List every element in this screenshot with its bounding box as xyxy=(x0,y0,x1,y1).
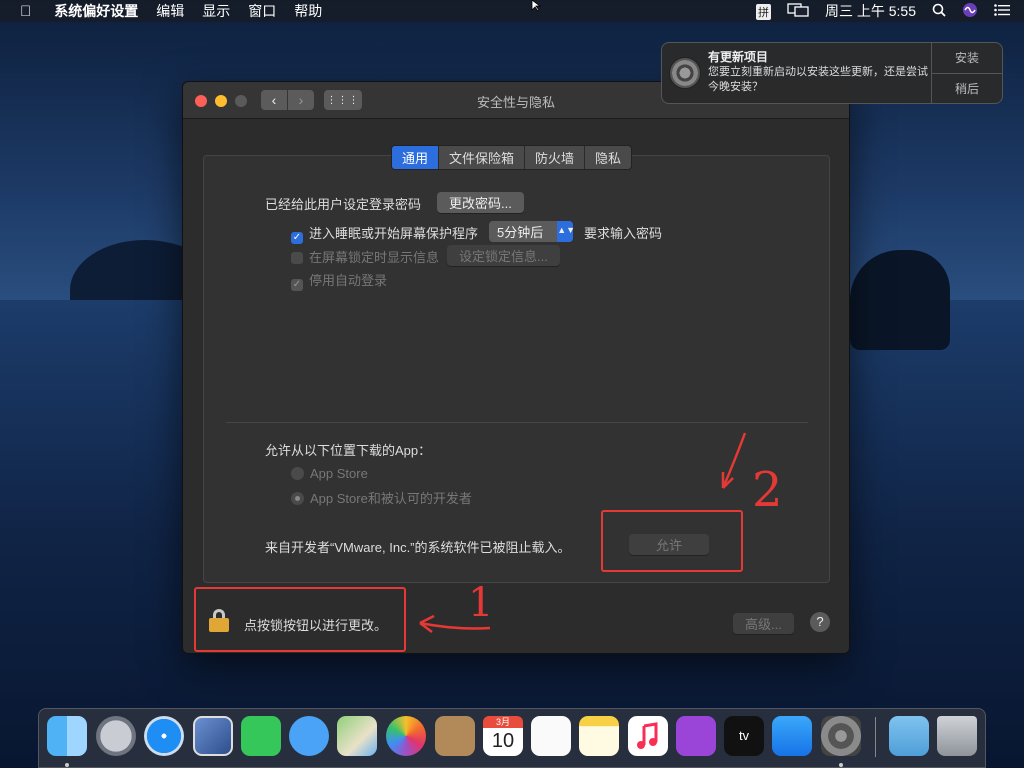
disable-autologin-checkbox[interactable]: ✓ xyxy=(291,279,303,291)
app-store-icon[interactable] xyxy=(772,716,812,756)
menu-window[interactable]: 窗口 xyxy=(239,1,285,21)
later-button[interactable]: 稍后 xyxy=(932,74,1002,104)
tab-bar: 通用 文件保险箱 防火墙 隐私 xyxy=(391,145,633,170)
safari-icon[interactable] xyxy=(144,716,184,756)
annotation-box-lock xyxy=(194,587,406,652)
system-preferences-icon[interactable] xyxy=(821,716,861,756)
tab-firewall[interactable]: 防火墙 xyxy=(524,146,584,169)
update-notification[interactable]: 有更新项目 您要立刻重新启动以安装这些更新，还是尝试今晚安装？ 安装 稍后 xyxy=(661,42,1003,104)
radio-identified-developers-label: App Store和被认可的开发者 xyxy=(310,491,472,506)
display-mirroring-icon[interactable] xyxy=(779,2,817,20)
show-message-row: 在屏幕锁定时显示信息 xyxy=(291,247,439,266)
menu-edit[interactable]: 编辑 xyxy=(147,1,193,21)
require-password-checkbox[interactable]: ✓ xyxy=(291,232,303,244)
tab-general[interactable]: 通用 xyxy=(392,146,439,169)
calendar-day: 10 xyxy=(491,730,515,752)
chevron-updown-icon: ▲▼ xyxy=(557,221,575,242)
allow-apps-label: 允许从以下位置下载的App： xyxy=(265,443,432,458)
messages-icon[interactable] xyxy=(289,716,329,756)
annotation-label-two: 2 xyxy=(752,462,783,518)
dock: 3月 10 tv xyxy=(38,708,986,768)
menu-view[interactable]: 显示 xyxy=(193,1,239,21)
finder-icon[interactable] xyxy=(47,716,87,756)
facetime-icon[interactable] xyxy=(241,716,281,756)
show-message-label: 在屏幕锁定时显示信息 xyxy=(309,250,440,265)
require-password-suffix: 要求输入密码 xyxy=(584,226,663,241)
disable-autologin-label: 停用自动登录 xyxy=(309,273,388,288)
photos-icon[interactable] xyxy=(386,716,426,756)
tv-label: tv xyxy=(738,728,750,743)
system-preferences-gear-icon xyxy=(669,57,701,89)
show-message-checkbox[interactable] xyxy=(291,252,303,264)
menu-system-preferences[interactable]: 系统偏好设置 xyxy=(45,1,147,21)
radio-app-store[interactable] xyxy=(291,467,304,480)
password-set-label: 已经给此用户设定登录密码 xyxy=(265,197,422,212)
disable-autologin-row: ✓ 停用自动登录 xyxy=(291,270,387,291)
mail-icon[interactable] xyxy=(193,716,233,756)
annotation-label-one: 1 xyxy=(468,580,494,626)
calendar-month: 3月 xyxy=(483,716,523,728)
menu-bar:  系统偏好设置 编辑 显示 窗口 帮助 拼 周三 上午 5:55 xyxy=(0,0,1024,22)
running-indicator xyxy=(65,763,69,767)
menubar-clock[interactable]: 周三 上午 5:55 xyxy=(817,1,924,21)
trash-icon[interactable] xyxy=(937,716,977,756)
calendar-icon[interactable]: 3月 10 xyxy=(483,716,523,756)
annotation-box-allow xyxy=(601,510,743,572)
radio-app-store-label: App Store xyxy=(310,466,368,481)
notes-icon[interactable] xyxy=(579,716,619,756)
notification-icon-area xyxy=(662,43,708,103)
notification-text: 有更新项目 您要立刻重新启动以安装这些更新，还是尝试今晚安装？ xyxy=(708,43,931,103)
contacts-icon[interactable] xyxy=(435,716,475,756)
password-delay-value: 5分钟后 xyxy=(497,225,544,240)
input-method-icon[interactable]: 拼 xyxy=(748,3,779,20)
menu-help[interactable]: 帮助 xyxy=(285,1,331,21)
help-button[interactable]: ? xyxy=(810,612,830,632)
advanced-button[interactable]: 高级... xyxy=(733,613,794,634)
change-password-button[interactable]: 更改密码... xyxy=(437,192,524,213)
require-password-row: ✓ 进入睡眠或开始屏幕保护程序 xyxy=(291,223,478,244)
notification-title: 有更新项目 xyxy=(708,50,769,64)
notification-body: 您要立刻重新启动以安装这些更新，还是尝试今晚安装？ xyxy=(708,66,928,93)
podcasts-icon[interactable] xyxy=(676,716,716,756)
reminders-icon[interactable] xyxy=(531,716,571,756)
apple-menu-icon[interactable]:  xyxy=(0,3,45,20)
maps-icon[interactable] xyxy=(337,716,377,756)
music-icon[interactable] xyxy=(628,716,668,756)
dock-separator xyxy=(875,717,876,757)
require-password-label: 进入睡眠或开始屏幕保护程序 xyxy=(309,226,479,241)
spotlight-search-icon[interactable] xyxy=(924,3,954,20)
radio-app-store-row: App Store xyxy=(291,466,368,481)
install-button[interactable]: 安装 xyxy=(932,43,1002,74)
tv-icon[interactable]: tv xyxy=(724,716,764,756)
radio-identified-developers-row: App Store和被认可的开发者 xyxy=(291,488,472,507)
password-delay-select[interactable]: 5分钟后 ▲▼ xyxy=(489,221,575,242)
tab-filevault[interactable]: 文件保险箱 xyxy=(438,146,524,169)
mouse-cursor-icon xyxy=(531,0,542,12)
wallpaper-island xyxy=(850,250,950,350)
notification-actions: 安装 稍后 xyxy=(931,43,1002,103)
radio-identified-developers[interactable] xyxy=(291,492,304,505)
annotation-arrow-two xyxy=(721,432,747,489)
running-indicator xyxy=(839,763,843,767)
siri-icon[interactable] xyxy=(954,2,986,21)
blocked-software-message: 来自开发者“VMware, Inc.”的系统软件已被阻止载入。 xyxy=(265,540,571,555)
set-lock-message-button[interactable]: 设定锁定信息... xyxy=(447,245,560,266)
downloads-icon[interactable] xyxy=(889,716,929,756)
section-divider xyxy=(226,422,808,423)
security-privacy-window: ‹ › ⋮⋮⋮ 安全性与隐私 通用 文件保险箱 防火墙 隐私 已经给此用户设定登… xyxy=(182,81,850,654)
tab-privacy[interactable]: 隐私 xyxy=(584,146,631,169)
notification-center-icon[interactable] xyxy=(986,3,1024,19)
launchpad-icon[interactable] xyxy=(96,716,136,756)
